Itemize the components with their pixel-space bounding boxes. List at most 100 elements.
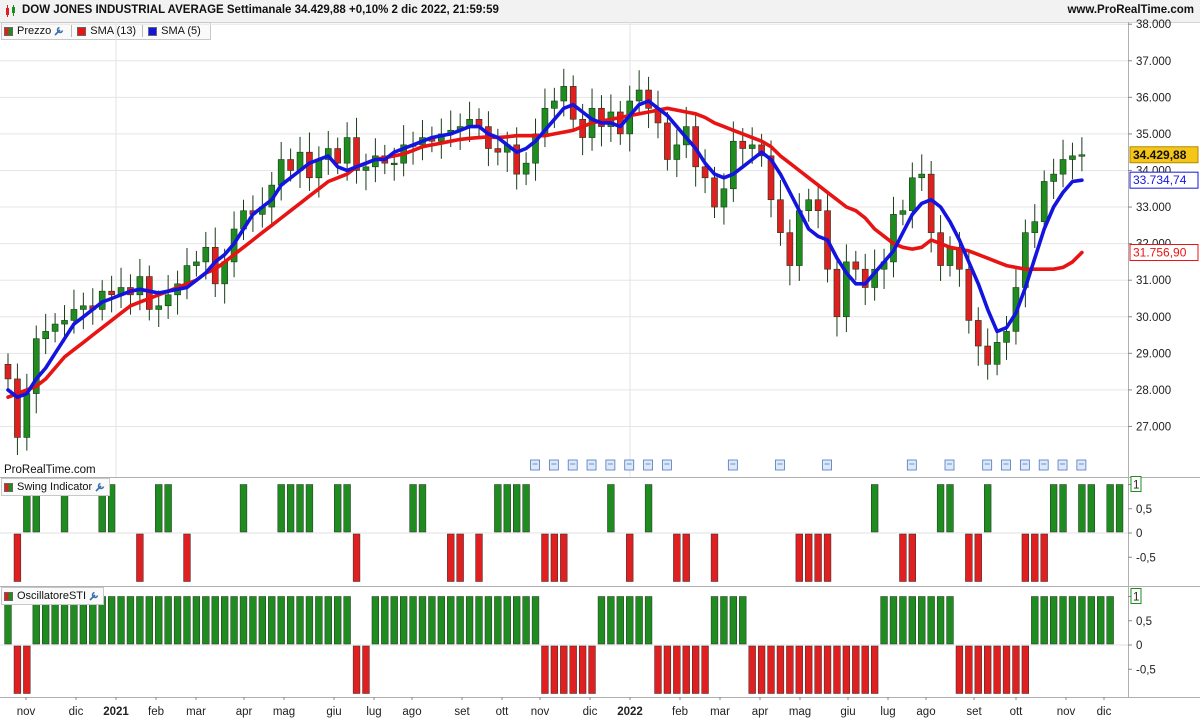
time-axis-label: feb	[672, 706, 688, 718]
chart-canvas[interactable]: 38.00037.00036.00035.00034.00033.00032.0…	[0, 0, 1200, 720]
sti-bar-negative	[541, 645, 549, 694]
candle-down	[711, 177, 718, 208]
sti-bar-negative	[842, 645, 851, 694]
candle-up	[1031, 221, 1039, 233]
swing-bar-positive	[1059, 484, 1067, 533]
sti-bar-negative	[852, 645, 860, 694]
candle-up	[202, 246, 210, 263]
sti-bar-negative	[757, 645, 766, 694]
watermark: ProRealTime.com	[4, 464, 96, 476]
sti-bar-negative	[776, 645, 785, 694]
sti-bar-positive	[286, 596, 295, 645]
swing-bar-positive	[870, 484, 879, 533]
sti-bar-positive	[296, 596, 304, 645]
news-icon	[1001, 459, 1011, 471]
wrench-icon[interactable]	[94, 481, 106, 493]
wrench-icon[interactable]	[88, 590, 100, 602]
sti-bar-positive	[475, 596, 483, 645]
sti-bar-positive	[936, 596, 945, 645]
candle-down	[974, 320, 982, 347]
swing-bar-positive	[305, 484, 314, 533]
candle-up	[1078, 154, 1086, 157]
sti-bar-positive	[1068, 596, 1077, 645]
swing-bar-positive	[1115, 484, 1124, 533]
swing-bar-negative	[805, 533, 813, 582]
swing-bar-negative	[814, 533, 822, 582]
sti-bar-positive	[644, 596, 653, 645]
swing-bar-negative	[456, 533, 464, 582]
candle-up	[1050, 173, 1057, 182]
news-icon	[567, 459, 578, 471]
time-axis-label: ago	[916, 706, 935, 718]
sti-bar-negative	[578, 645, 587, 694]
swing-bar-positive	[418, 484, 427, 533]
news-icon	[1038, 459, 1049, 471]
candle-up	[720, 188, 728, 208]
swing-bar-negative	[183, 533, 191, 582]
sti-bar-positive	[503, 596, 511, 645]
news-icon	[586, 459, 597, 471]
swing-bar-negative	[13, 533, 22, 582]
swing-bar-negative	[823, 533, 832, 582]
swing-bar-negative	[475, 533, 483, 582]
news-icon	[906, 459, 917, 471]
sti-bar-negative	[814, 645, 822, 694]
swing-bar-negative	[1021, 533, 1030, 582]
swing-bar-positive	[607, 484, 615, 533]
news-icon	[1019, 459, 1030, 471]
swing-bar-positive	[936, 484, 945, 533]
swing-bar-positive	[946, 484, 954, 533]
swing-bar-positive	[409, 484, 417, 533]
sti-bar-positive	[258, 596, 266, 645]
sti-bar-positive	[239, 596, 248, 645]
time-axis-label: set	[454, 706, 470, 718]
swing-bar-negative	[136, 533, 144, 582]
sti-bar-positive	[889, 596, 898, 645]
sti-bar-negative	[786, 645, 794, 694]
news-icon	[530, 459, 540, 471]
sti-legend[interactable]: OscillatoreSTI	[1, 587, 105, 605]
time-axis-label: lug	[366, 706, 381, 718]
sti-bar-positive	[107, 596, 116, 645]
sti-bar-positive	[1049, 596, 1058, 645]
news-icon	[643, 459, 653, 471]
swing-bar-negative	[682, 533, 690, 582]
sti-bar-positive	[1040, 596, 1048, 645]
sti-bar-positive	[616, 596, 624, 645]
swing-bar-negative	[1031, 533, 1039, 582]
sma13-value-label: 31.756,90	[1133, 246, 1187, 260]
candle-up	[362, 166, 370, 171]
sti-bar-positive	[268, 596, 276, 645]
swing-bar-negative	[710, 533, 719, 582]
swing-legend[interactable]: Swing Indicator	[1, 478, 111, 496]
candle-up	[23, 393, 31, 438]
sti-bar-negative	[352, 645, 361, 694]
swing-bar-positive	[1087, 484, 1095, 533]
sti-bar-positive	[729, 596, 737, 645]
sti-bar-negative	[767, 645, 775, 694]
sti-bar-positive	[428, 596, 436, 645]
candle-down	[287, 159, 294, 171]
sti-bar-negative	[654, 645, 662, 694]
swing-bar-negative	[673, 533, 681, 582]
candle-up	[80, 305, 87, 310]
sti-bar-positive	[1031, 596, 1039, 645]
sti-bar-positive	[437, 596, 445, 645]
price-axis-label: 33.000	[1136, 202, 1171, 214]
candle-down	[4, 364, 12, 380]
sti-bar-positive	[343, 596, 351, 645]
sti-bar-positive	[927, 596, 935, 645]
time-axis-label: apr	[236, 706, 253, 718]
sti-bar-negative	[588, 645, 596, 694]
swing-bar-positive	[296, 484, 304, 533]
candle-up	[993, 342, 1001, 365]
candle-up	[795, 210, 803, 266]
time-axis-label: nov	[1057, 706, 1076, 718]
candle-up	[909, 177, 916, 212]
candle-up	[1069, 155, 1076, 160]
sti-swatch	[4, 591, 13, 601]
sti-bar-positive	[117, 596, 125, 645]
time-axis-label: 2021	[103, 706, 129, 718]
candle-down	[108, 290, 115, 296]
candle-down	[569, 86, 577, 120]
